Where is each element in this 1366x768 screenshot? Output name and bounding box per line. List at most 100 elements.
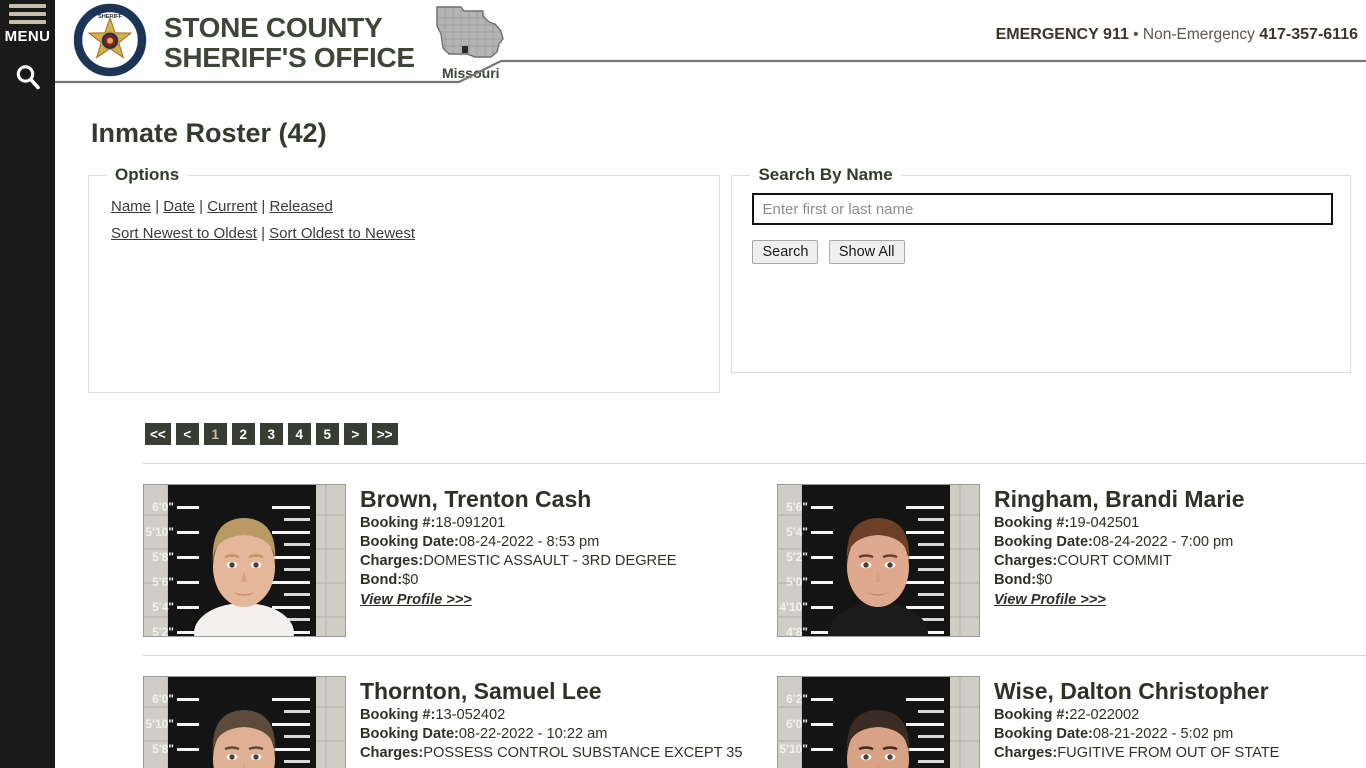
inmate-booking-number: Booking #:18-091201: [360, 514, 677, 533]
left-nav-rail: MENU: [0, 0, 55, 768]
svg-text:6'2": 6'2": [786, 692, 808, 706]
emergency-number[interactable]: 911: [1103, 26, 1129, 43]
inmate-mugshot[interactable]: 5'6" 5'4" 5'2" 5'0" 4'10" 4'8": [777, 484, 980, 637]
main-content: Inmate Roster (42) Options Name | Date |…: [55, 85, 1366, 768]
booking-date-value: 08-24-2022 - 8:53 pm: [458, 534, 600, 550]
inmate-name[interactable]: Brown, Trenton Cash: [360, 486, 677, 513]
inmate-card: 6'2" 6'0" 5'10" 5'8" 5'6" 5'4": [777, 676, 1366, 768]
inmate-charges: Charges:POSSESS CONTROL SUBSTANCE EXCEPT…: [360, 744, 743, 763]
charges-label: Charges:: [360, 553, 424, 569]
options-panel: Options Name | Date | Current | Released…: [88, 165, 721, 393]
inmate-card: 6'0" 5'10" 5'8" 5'6" 5'4" 5'2": [143, 484, 777, 637]
svg-text:5'6": 5'6": [152, 575, 174, 589]
view-profile-link[interactable]: View Profile >>>: [360, 592, 472, 608]
inmate-mugshot[interactable]: 6'0" 5'10" 5'8" 5'6" 5'4" 5'2": [143, 676, 346, 768]
options-separator: |: [261, 225, 265, 242]
svg-text:5'0": 5'0": [786, 575, 808, 589]
sort-link-oldest-to-newest[interactable]: Sort Oldest to Newest: [269, 225, 415, 242]
search-buttons-group: Search Show All: [752, 240, 1350, 264]
inmate-booking-date: Booking Date:08-24-2022 - 7:00 pm: [994, 533, 1244, 552]
charges-value: COURT COMMIT: [1057, 553, 1172, 569]
inmate-details: Thornton, Samuel Lee Booking #:13-052402…: [360, 676, 743, 768]
inmate-name[interactable]: Ringham, Brandi Marie: [994, 486, 1244, 513]
search-button[interactable]: Search: [752, 240, 819, 264]
inmate-details: Brown, Trenton Cash Booking #:18-091201 …: [360, 484, 677, 637]
hamburger-icon-bar-3: [9, 20, 46, 24]
page-4[interactable]: 4: [287, 423, 311, 445]
page-next[interactable]: >: [343, 423, 367, 445]
inmate-card: 6'0" 5'10" 5'8" 5'6" 5'4" 5'2": [143, 676, 777, 768]
svg-text:5'4": 5'4": [152, 600, 174, 614]
missouri-map-icon: [436, 6, 504, 58]
svg-text:6'0": 6'0": [152, 692, 174, 706]
svg-text:5'10": 5'10": [145, 717, 174, 731]
svg-text:5'6": 5'6": [786, 500, 808, 514]
booking-date-label: Booking Date:: [360, 726, 459, 742]
mugshot-wise-dalton-christopher: 6'2" 6'0" 5'10" 5'8" 5'6" 5'4": [778, 677, 979, 768]
inmate-roster-list: 6'0" 5'10" 5'8" 5'6" 5'4" 5'2" Brown, Tr…: [143, 463, 1366, 768]
options-separator: |: [261, 198, 266, 215]
bond-value: $0: [402, 572, 419, 588]
booking-date-value: 08-22-2022 - 10:22 am: [458, 726, 608, 742]
inmate-bond: Bond:$0: [360, 571, 677, 590]
booking-date-label: Booking Date:: [994, 726, 1093, 742]
bond-value: $0: [1036, 572, 1053, 588]
mugshot-ringham-brandi-marie: 5'6" 5'4" 5'2" 5'0" 4'10" 4'8": [778, 485, 979, 637]
inmate-mugshot[interactable]: 6'2" 6'0" 5'10" 5'8" 5'6" 5'4": [777, 676, 980, 768]
inmate-name[interactable]: Wise, Dalton Christopher: [994, 678, 1279, 705]
booking-date-label: Booking Date:: [994, 534, 1093, 550]
svg-text:SHERIFF: SHERIFF: [98, 14, 123, 20]
svg-text:4'8": 4'8": [786, 625, 808, 637]
svg-text:6'0": 6'0": [786, 717, 808, 731]
svg-text:5'4": 5'4": [786, 525, 808, 539]
charges-label: Charges:: [360, 745, 424, 761]
filter-link-date[interactable]: Date: [163, 198, 195, 215]
options-panel-legend: Options: [115, 165, 180, 184]
inmate-bond: Bond:$0: [994, 571, 1244, 590]
page-first[interactable]: <<: [145, 423, 171, 445]
mugshot-brown-trenton-cash: 6'0" 5'10" 5'8" 5'6" 5'4" 5'2": [144, 485, 345, 636]
charges-value: FUGITIVE FROM OUT OF STATE: [1057, 745, 1280, 761]
inmate-mugshot[interactable]: 6'0" 5'10" 5'8" 5'6" 5'4" 5'2": [143, 484, 346, 637]
org-title-line-1: STONE COUNTY: [164, 11, 383, 43]
show-all-button[interactable]: Show All: [828, 240, 905, 264]
filter-link-current[interactable]: Current: [207, 198, 257, 215]
site-header: STONE COUNTY SHERIFF'S OFFICE EST. 1851 …: [55, 0, 1366, 85]
page-2[interactable]: 2: [231, 423, 255, 445]
svg-text:6'0": 6'0": [152, 500, 174, 514]
hamburger-icon-bar-1: [9, 4, 46, 8]
booking-number-value: 13-052402: [435, 707, 506, 723]
inmate-details: Wise, Dalton Christopher Booking #:22-02…: [994, 676, 1279, 768]
filter-link-released[interactable]: Released: [269, 198, 332, 215]
booking-date-value: 08-24-2022 - 7:00 pm: [1092, 534, 1234, 550]
page-3[interactable]: 3: [259, 423, 283, 445]
view-profile-link[interactable]: View Profile >>>: [994, 592, 1106, 608]
search-icon: [16, 65, 40, 90]
page-prev[interactable]: <: [175, 423, 199, 445]
sort-link-newest-to-oldest[interactable]: Sort Newest to Oldest: [111, 225, 257, 242]
inmate-card: 5'6" 5'4" 5'2" 5'0" 4'10" 4'8" Ringham, …: [777, 484, 1366, 637]
options-separator: |: [155, 198, 160, 215]
inmate-name[interactable]: Thornton, Samuel Lee: [360, 678, 743, 705]
page-1[interactable]: 1: [203, 423, 227, 445]
svg-text:4'10": 4'10": [779, 600, 808, 614]
svg-text:5'2": 5'2": [786, 550, 808, 564]
svg-text:5'10": 5'10": [145, 525, 174, 539]
menu-toggle-button[interactable]: MENU: [0, 4, 55, 45]
page-5[interactable]: 5: [315, 423, 339, 445]
non-emergency-number[interactable]: 417-357-6116: [1259, 26, 1358, 43]
inmate-booking-number: Booking #:13-052402: [360, 706, 743, 725]
page-last[interactable]: >>: [371, 423, 398, 445]
inmate-charges: Charges:FUGITIVE FROM OUT OF STATE: [994, 744, 1279, 763]
search-toggle-button[interactable]: [0, 62, 55, 97]
non-emergency-label: Non-Emergency: [1142, 26, 1255, 43]
inmate-booking-date: Booking Date:08-21-2022 - 5:02 pm: [994, 725, 1279, 744]
panels-container: Options Name | Date | Current | Released…: [88, 165, 1351, 393]
booking-number-label: Booking #:: [994, 515, 1070, 531]
inmate-details: Ringham, Brandi Marie Booking #:19-04250…: [994, 484, 1244, 637]
search-panel: Search By Name Search Show All: [731, 165, 1351, 373]
search-input[interactable]: [752, 193, 1334, 225]
inmate-charges: Charges:COURT COMMIT: [994, 552, 1244, 571]
booking-number-label: Booking #:: [360, 707, 436, 723]
filter-link-name[interactable]: Name: [111, 198, 151, 215]
